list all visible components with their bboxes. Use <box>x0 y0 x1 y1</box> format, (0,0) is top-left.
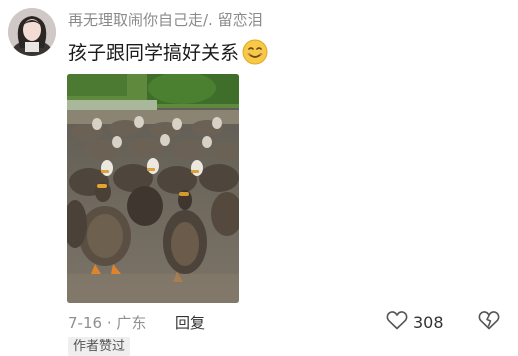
ducks-photo <box>67 74 239 303</box>
comment-location: 广东 <box>116 314 147 332</box>
avatar[interactable] <box>8 8 56 56</box>
reply-button[interactable]: 回复 <box>175 312 205 333</box>
author-liked-badge: 作者赞过 <box>68 337 131 356</box>
comment-meta: 7-16 · 广东 <box>68 312 146 333</box>
heart-icon <box>386 310 408 334</box>
comment-body: 孩子跟同学搞好关系 <box>68 38 268 65</box>
smile-icon <box>242 39 268 65</box>
dislike-button[interactable] <box>478 310 500 334</box>
like-button[interactable]: 308 <box>386 310 444 334</box>
comment-text: 孩子跟同学搞好关系 <box>68 42 240 64</box>
avatar-image <box>8 8 56 56</box>
comment-photo[interactable] <box>67 74 239 303</box>
broken-heart-icon <box>478 311 500 334</box>
comment-username[interactable]: 再无理取闹你自己走/. 留恋泪 <box>68 9 263 30</box>
like-count: 308 <box>413 312 444 332</box>
meta-separator: · <box>106 314 112 332</box>
comment-date: 7-16 <box>68 314 103 332</box>
